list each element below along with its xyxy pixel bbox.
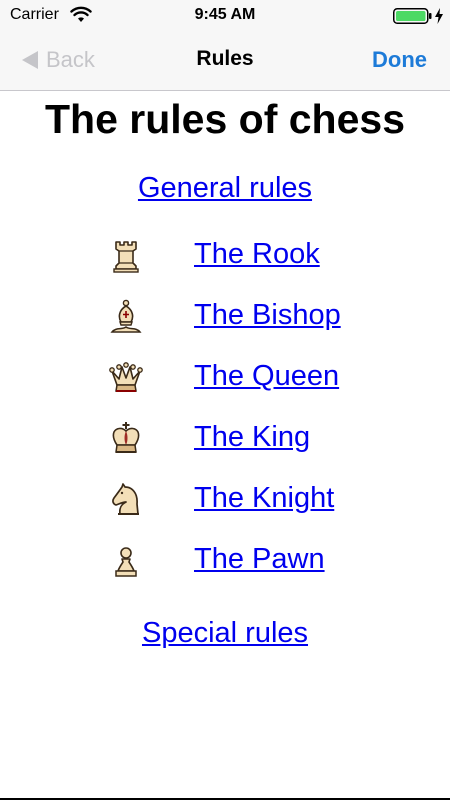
status-time: 9:45 AM xyxy=(194,6,256,23)
special-rules-row: Special rules xyxy=(0,617,450,650)
rook-icon xyxy=(113,241,139,273)
list-item: The Knight xyxy=(0,478,450,522)
page-title: The rules of chess xyxy=(44,96,405,142)
rook-link[interactable]: The Rook xyxy=(194,238,320,271)
status-bar: Carrier 9:45 AM xyxy=(0,0,450,30)
list-item: The Rook xyxy=(0,234,450,278)
list-item: The Bishop xyxy=(0,295,450,339)
pawn-link[interactable]: The Pawn xyxy=(194,543,325,576)
special-rules-link[interactable]: Special rules xyxy=(142,617,308,649)
list-item: The Pawn xyxy=(0,539,450,583)
list-item: The Queen xyxy=(0,356,450,400)
navigation-bar: Back Rules Done xyxy=(0,30,450,91)
queen-icon xyxy=(109,362,143,392)
done-button[interactable]: Done xyxy=(372,47,427,73)
general-rules-link[interactable]: General rules xyxy=(138,172,312,204)
charging-icon xyxy=(435,8,443,24)
king-link[interactable]: The King xyxy=(194,421,310,454)
king-icon xyxy=(112,422,140,453)
battery-icon xyxy=(393,8,432,24)
bishop-link[interactable]: The Bishop xyxy=(194,299,341,332)
pawn-icon xyxy=(115,547,137,577)
list-item: The King xyxy=(0,417,450,461)
knight-link[interactable]: The Knight xyxy=(194,482,334,515)
queen-link[interactable]: The Queen xyxy=(194,360,339,393)
bishop-icon xyxy=(110,299,142,333)
knight-icon xyxy=(112,483,139,515)
general-rules-row: General rules xyxy=(0,172,450,205)
